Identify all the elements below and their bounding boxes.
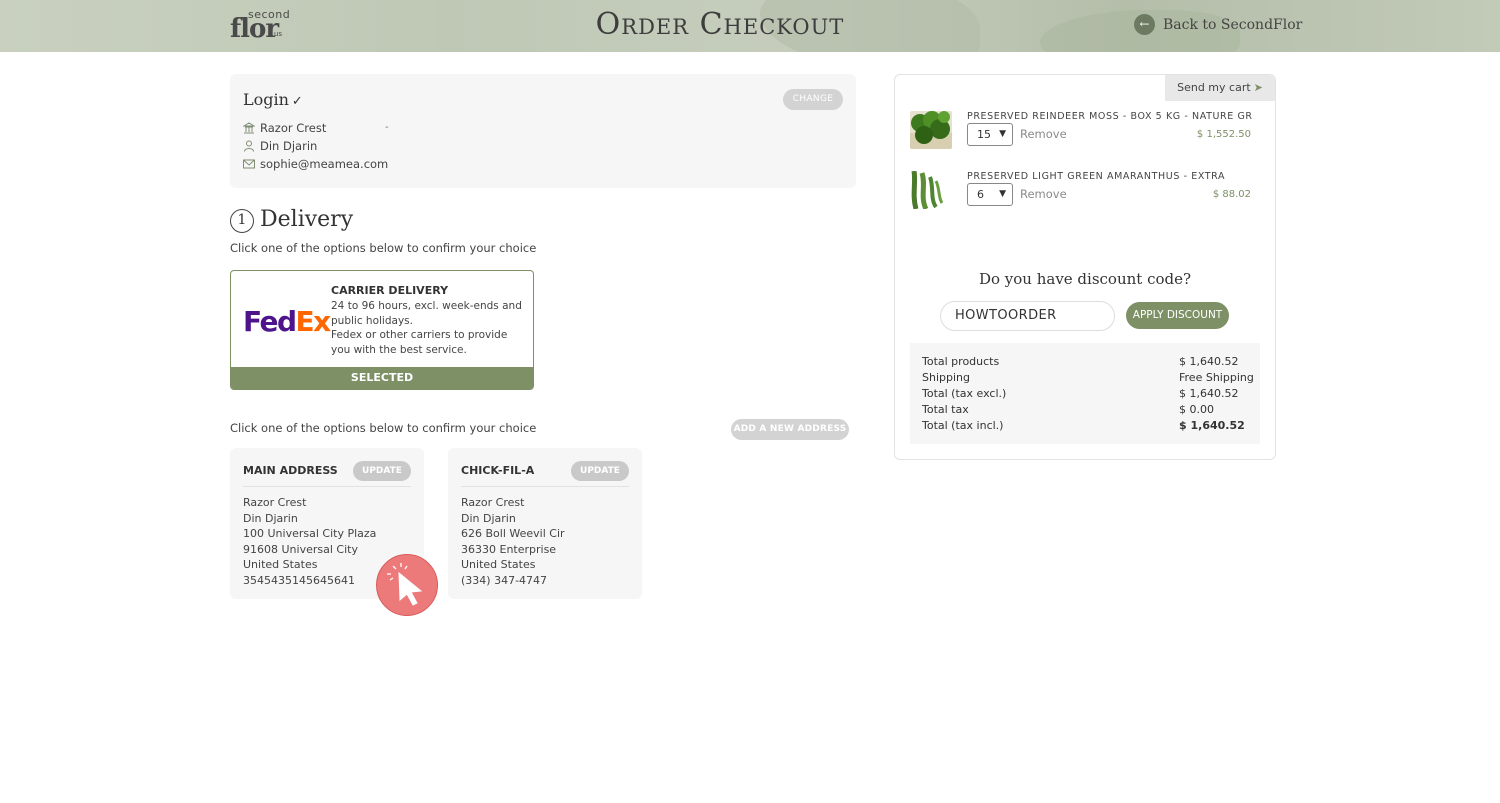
check-icon: ✓ — [291, 94, 303, 109]
quantity-select[interactable]: 6 ▼ — [967, 183, 1013, 206]
arrow-left-icon: ← — [1134, 14, 1155, 35]
discount-code-input[interactable]: HOWTOORDER — [940, 301, 1115, 331]
add-new-address-button[interactable]: ADD A NEW ADDRESS — [731, 419, 849, 440]
remove-item-link[interactable]: Remove — [1020, 187, 1067, 201]
update-address-button[interactable]: UPDATE — [571, 461, 629, 481]
change-login-button[interactable]: CHANGE — [783, 89, 843, 110]
carrier-description: 24 to 96 hours, excl. week-ends and publ… — [331, 300, 522, 356]
carrier-delivery-option[interactable]: FedEx CARRIER DELIVERY 24 to 96 hours, e… — [230, 270, 534, 390]
address-name: CHICK-FIL-A — [461, 464, 535, 477]
delivery-helper-text: Click one of the options below to confir… — [230, 241, 537, 255]
user-name: Din Djarin — [260, 139, 318, 153]
address-helper-text: Click one of the options below to confir… — [230, 421, 537, 435]
address-lines: Razor Crest Din Djarin 100 Universal Cit… — [243, 496, 377, 587]
login-card: Login ✓ CHANGE Razor Crest Din Djarin sop… — [230, 74, 856, 188]
divider — [243, 486, 411, 487]
delivery-title: Delivery — [260, 207, 354, 232]
item-price: $ 1,552.50 — [1196, 129, 1251, 140]
login-title: Login ✓ — [243, 90, 303, 109]
total-products-row: Total products $ 1,640.52 — [922, 355, 1239, 368]
back-to-secondflor-link[interactable]: ← Back to SecondFlor — [1134, 14, 1302, 35]
product-image[interactable] — [910, 171, 952, 209]
cart-item: PRESERVED REINDEER MOSS - BOX 5 KG - NAT… — [910, 111, 1255, 157]
quantity-select[interactable]: 15 ▼ — [967, 123, 1013, 146]
step-number: 1 — [230, 209, 254, 233]
update-address-button[interactable]: UPDATE — [353, 461, 411, 481]
divider — [461, 486, 629, 487]
send-my-cart-button[interactable]: Send my cart ➤ — [1165, 75, 1275, 101]
company-row: Razor Crest — [242, 121, 327, 135]
product-name[interactable]: PRESERVED LIGHT GREEN AMARANTHUS - EXTRA — [967, 171, 1252, 182]
click-indicator — [376, 554, 438, 616]
paper-plane-icon: ➤ — [1253, 81, 1263, 94]
separator-dash: - — [385, 122, 389, 133]
page-header: second flor us Order Checkout ← Back to … — [0, 0, 1500, 52]
carrier-title: CARRIER DELIVERY — [331, 284, 449, 297]
user-icon — [243, 140, 255, 152]
cursor-pointer-icon — [387, 563, 423, 606]
product-name[interactable]: PRESERVED REINDEER MOSS - BOX 5 KG - NAT… — [967, 111, 1252, 122]
user-email: sophie@meamea.com — [260, 157, 389, 171]
remove-item-link[interactable]: Remove — [1020, 127, 1067, 141]
address-lines: Razor Crest Din Djarin 626 Boll Weevil C… — [461, 496, 565, 587]
product-image[interactable] — [910, 111, 952, 149]
cart-summary: Send my cart ➤ PRESERVED REINDEER MOSS - … — [894, 74, 1276, 460]
total-tax-incl-row: Total (tax incl.) $ 1,640.52 — [922, 419, 1245, 432]
shipping-row: Shipping Free Shipping — [922, 371, 1254, 384]
address-name: MAIN ADDRESS — [243, 464, 338, 477]
user-row: Din Djarin — [243, 139, 317, 153]
discount-question: Do you have discount code? — [978, 270, 1192, 288]
chevron-down-icon: ▼ — [999, 189, 1006, 199]
envelope-icon — [243, 158, 255, 170]
order-totals: Total products $ 1,640.52 Shipping Free Sh… — [910, 343, 1260, 444]
building-icon — [242, 122, 256, 134]
selected-badge: SELECTED — [231, 367, 533, 389]
total-tax-row: Total tax $ 0.00 — [922, 403, 1214, 416]
fedex-logo: FedEx — [243, 305, 331, 338]
address-card-chick-fil-a[interactable]: CHICK-FIL-A UPDATE Razor Crest Din Djari… — [448, 448, 642, 599]
total-tax-excl-row: Total (tax excl.) $ 1,640.52 — [922, 387, 1239, 400]
chevron-down-icon: ▼ — [999, 129, 1006, 139]
company-name: Razor Crest — [260, 121, 327, 135]
back-link-label: Back to SecondFlor — [1163, 16, 1303, 33]
cart-item: PRESERVED LIGHT GREEN AMARANTHUS - EXTRA… — [910, 171, 1255, 217]
apply-discount-button[interactable]: APPLY DISCOUNT — [1126, 302, 1229, 329]
item-price: $ 88.02 — [1212, 189, 1251, 200]
email-row: sophie@meamea.com — [243, 157, 388, 171]
